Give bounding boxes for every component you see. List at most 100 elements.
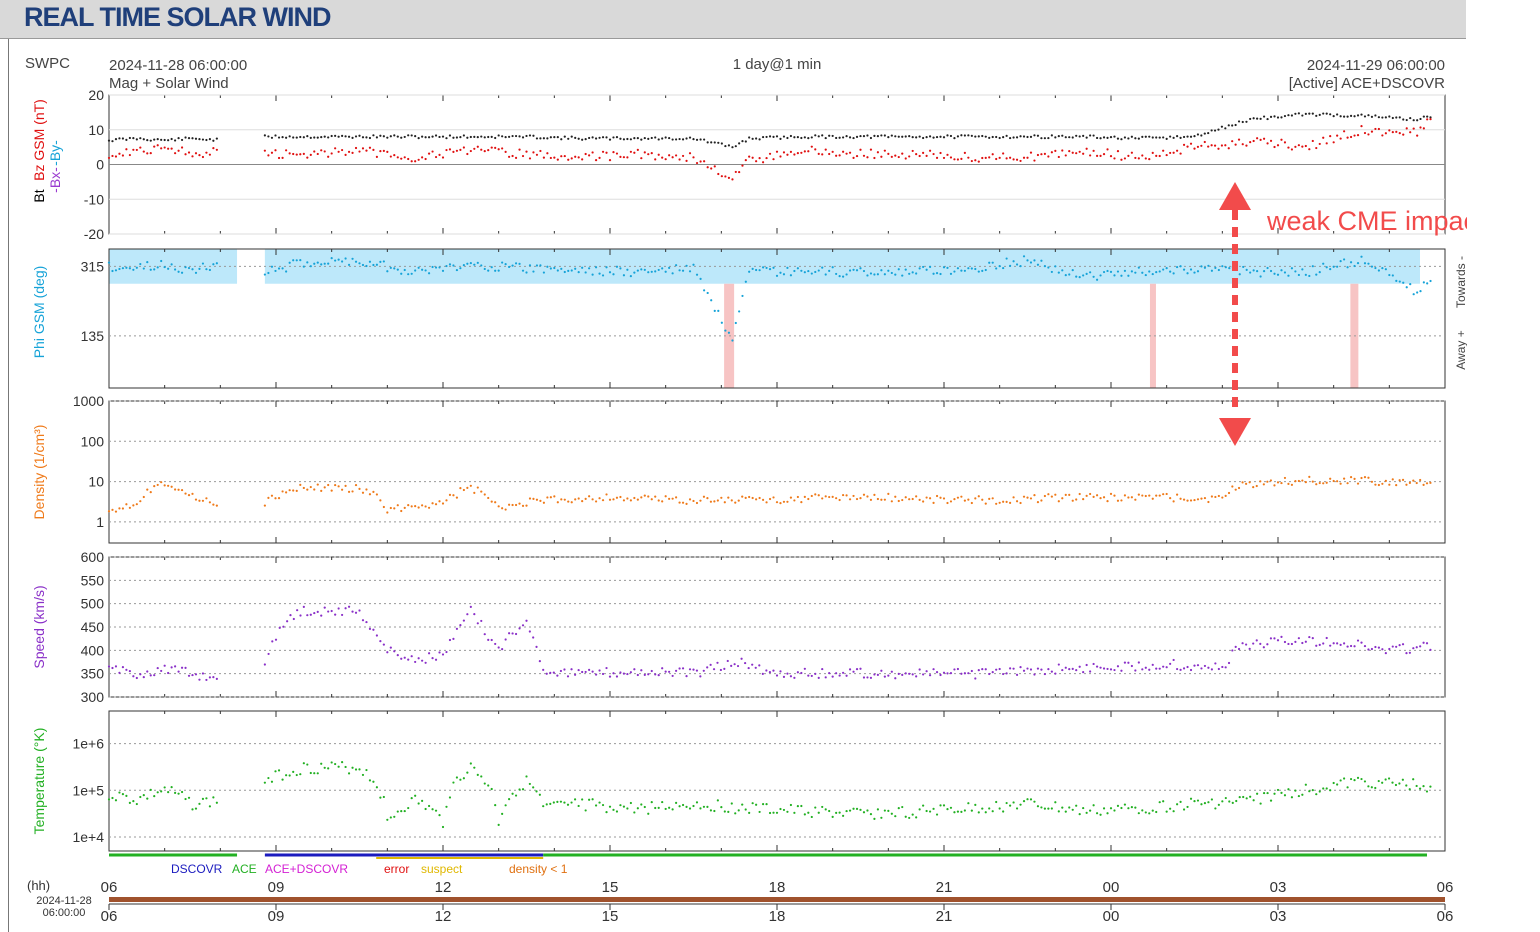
mag-bt-point [1009,136,1012,140]
mag-bt-point [187,137,191,140]
mag-bz-gsm-point [277,156,281,160]
mag-bz-gsm-point [897,155,900,159]
mag-bt-point [1186,135,1189,138]
mag-bz-gsm-point [1224,144,1227,147]
density-point [556,501,559,504]
phi-point [1141,271,1144,274]
density-point [1405,483,1408,486]
speed-point [866,676,869,679]
speed-point [754,666,757,669]
density-point [598,497,601,500]
phi-point [664,270,667,273]
mag-bt-point [497,134,500,137]
phi-point [835,272,838,276]
temperature-point [504,804,507,807]
mag-bt-point [956,135,960,138]
density-point [786,500,789,503]
speed-point [988,672,991,676]
mag-bt-point [198,138,201,141]
temperature-point [1082,806,1085,810]
mag-bt-point [1015,136,1019,139]
density-point [1009,501,1012,504]
temperature-point [313,772,316,775]
phi-point [121,267,125,270]
density-point [132,504,135,507]
mag-bz-gsm-point [368,146,372,149]
phi-point [1043,265,1046,268]
speed-point [462,619,465,622]
temperature-point [525,775,528,778]
mag-bt-point [1022,135,1026,138]
phi-point [382,260,385,263]
temperature-point [288,774,291,777]
mag-bt-point [191,137,194,140]
density-point [518,502,521,505]
phi-point [1273,272,1276,275]
mag-bt-point [643,136,646,140]
phi-point [744,280,747,283]
mag-bz-gsm-point [1395,130,1398,133]
mag-bt-point [560,138,563,141]
temperature-point [1054,801,1057,804]
phi-point [724,329,727,332]
mag-bz-gsm-point [862,154,866,157]
speed-point [1415,646,1418,649]
phi-point [1005,257,1008,260]
mag-bt-point [281,136,284,139]
mag-bz-gsm-point [146,152,149,155]
density-point [466,486,469,489]
speed-point [1015,673,1019,676]
mag-bz-gsm-point [455,149,459,152]
mag-bt-point [441,135,445,138]
mag-bt-point [389,135,392,138]
phi-point [977,270,980,273]
temperature-point [215,801,218,804]
mag-bz-gsm-point [528,157,532,160]
temperature-point [723,810,726,813]
xaxis-tick-label-top: 18 [769,879,786,896]
temperature-point [452,781,455,784]
speed-point [831,675,834,678]
xaxis-tick-label-bottom: 03 [1270,908,1287,925]
mag-bz-gsm-point [1259,138,1262,141]
density-point [685,502,688,505]
speed-point [821,667,824,671]
speed-point [559,669,563,673]
temperature-point [908,816,911,820]
mag-bt-point [118,137,121,140]
temperature-point [542,805,545,808]
phi-point [1336,265,1339,268]
mag-bt-point [448,134,452,137]
mag-bt-point [1363,115,1367,118]
mag-bt-point [842,136,845,139]
speed-point [1318,643,1321,646]
density-point [869,498,873,501]
xaxis-tick-label-bottom: 21 [936,908,953,925]
source-legend: DSCOVR ACE ACE+DSCOVR error suspect density <… [109,853,1427,876]
mag-bt-point [588,136,591,140]
speed-point [977,669,980,672]
phi-point [998,265,1001,268]
phi-point [358,262,361,265]
mag-bz-gsm-point [887,152,890,155]
mag-bt-point [1402,118,1405,121]
density-point [270,494,274,497]
mag-bz-gsm-point [267,154,270,157]
mag-bz-gsm-point [939,151,942,155]
mag-bt-point [1141,135,1144,138]
mag-bz-gsm-point [817,152,820,156]
temperature-point [347,772,351,775]
temperature-point [661,800,664,804]
phi-point [1395,279,1398,282]
mag-bz-gsm-point [782,151,786,154]
mag-bt-point [128,136,131,140]
speed-ytick-label: 550 [81,572,105,588]
mag-bt-point [212,139,215,142]
speed-point [675,669,678,672]
mag-bt-point [567,137,570,140]
xaxis-date: 2024-11-28 [36,895,91,907]
xaxis-tick-label-top: 21 [936,879,953,896]
phi-point [594,266,598,269]
temperature-point [897,806,900,810]
mag-bz-gsm-point [949,156,953,159]
